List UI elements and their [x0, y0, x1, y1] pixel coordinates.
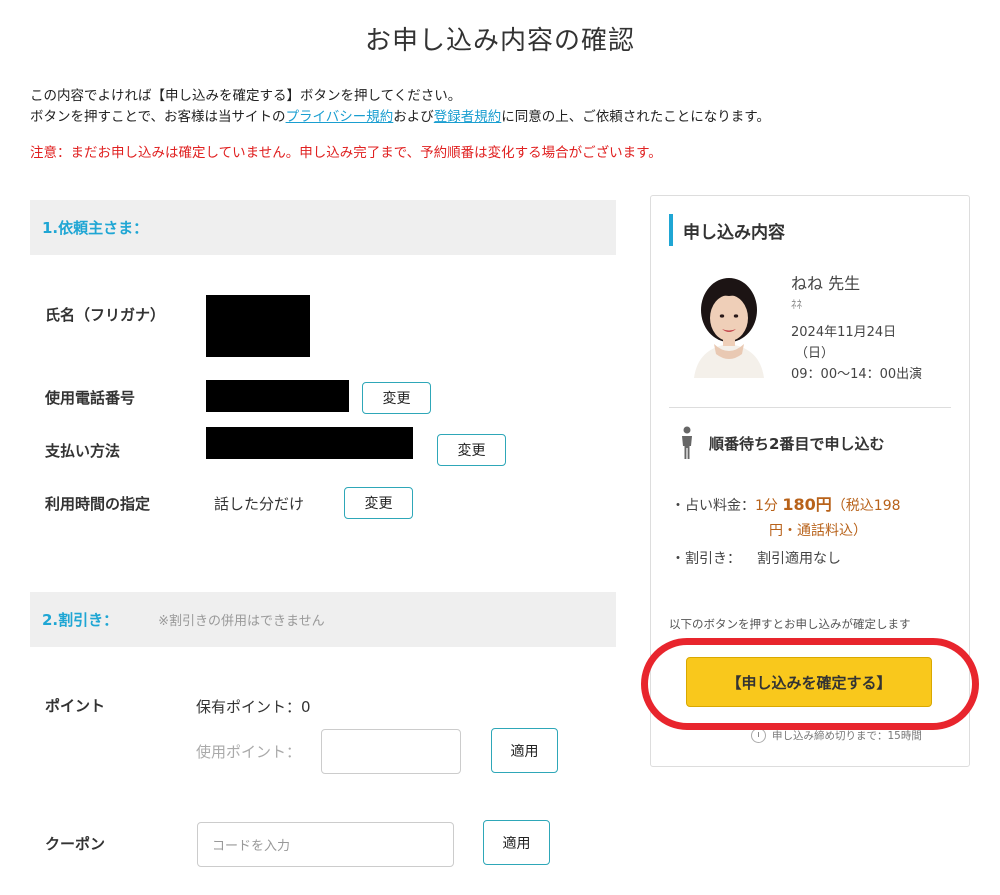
summary-title: 申し込み内容: [669, 214, 785, 246]
usage-time-label: 利用時間の指定: [45, 495, 151, 513]
point-label: ポイント: [45, 697, 106, 715]
queue-status: 順番待ち2番目で申し込む: [679, 426, 884, 460]
confirm-application-button[interactable]: 【申し込みを確定する】: [686, 657, 932, 707]
fortune-teller-name: ねね 先生: [791, 274, 861, 293]
intro-line-1: この内容でよければ【申し込みを確定する】ボタンを押してください。: [30, 88, 462, 104]
payment-label: 支払い方法: [45, 442, 121, 460]
coupon-code-input[interactable]: コードを入力: [197, 822, 454, 867]
discount-row: ・割引き： 割引適用なし: [671, 548, 841, 568]
intro-text-b: および: [393, 109, 434, 125]
use-points-input[interactable]: [321, 729, 461, 774]
section-discount-label: 2.割引き：: [42, 611, 119, 629]
fee-tax-detail: 円・通話料込）: [769, 523, 867, 539]
use-points-label: 使用ポイント：: [196, 743, 302, 761]
fee-value: 1分 180円（税込198: [755, 495, 901, 514]
intro-text: この内容でよければ【申し込みを確定する】ボタンを押してください。 ボタンを押すこ…: [30, 86, 770, 128]
summary-divider: [669, 407, 951, 408]
fortune-teller-kana: ﾈﾈ: [791, 298, 802, 311]
section-discount-heading: 2.割引き： ※割引きの併用はできません: [30, 592, 616, 647]
appearance-weekday: （日）: [795, 346, 835, 361]
change-usage-time-button[interactable]: 変更: [344, 487, 413, 519]
coupon-label: クーポン: [45, 835, 106, 853]
fee-amount: 180円: [782, 495, 832, 514]
phone-label: 使用電話番号: [45, 389, 136, 407]
fortune-teller-avatar: [684, 260, 774, 378]
fee-row: ・占い料金：1分 180円（税込198: [671, 491, 901, 515]
usage-time-value: 話した分だけ: [214, 495, 305, 513]
intro-line-2: ボタンを押すことで、お客様は当サイトのプライバシー規約および登録者規約に同意の上…: [30, 107, 770, 128]
privacy-policy-link[interactable]: プライバシー規約: [286, 109, 394, 125]
change-payment-button[interactable]: 変更: [437, 434, 506, 466]
intro-text-a: ボタンを押すことで、お客様は当サイトの: [30, 109, 286, 125]
appearance-schedule: 2024年11月24日 （日） 09：00～14：00出演: [791, 322, 922, 385]
apply-points-button[interactable]: 適用: [491, 728, 558, 773]
application-summary-panel: 申し込み内容 ねね 先生 ﾈﾈ 2024年11月24日 （日） 09：00～14…: [650, 195, 970, 767]
discount-note: ※割引きの併用はできません: [158, 614, 325, 629]
fee-tax-a: （税込198: [831, 498, 901, 514]
section-requester-label: 1.依頼主さま：: [42, 219, 149, 237]
held-points: 保有ポイント：0: [196, 698, 311, 716]
queue-text: 順番待ち2番目で申し込む: [709, 434, 885, 453]
deadline-text: 申し込み締め切りまで：15時間: [772, 730, 922, 742]
apply-coupon-button[interactable]: 適用: [483, 820, 550, 865]
clock-icon: [751, 728, 766, 743]
page-title: お申し込み内容の確認: [364, 26, 635, 56]
discount-label: ・割引き：: [671, 551, 741, 567]
change-phone-button[interactable]: 変更: [362, 382, 431, 414]
name-label: 氏名（フリガナ）: [45, 306, 166, 324]
appearance-hours: 09：00～14：00出演: [791, 367, 923, 382]
person-icon: [682, 426, 692, 459]
section-requester-heading: 1.依頼主さま：: [30, 200, 616, 255]
redacted-payment: [206, 427, 413, 459]
discount-value: 割引適用なし: [757, 551, 841, 567]
fee-prefix: 1分: [755, 498, 778, 514]
confirm-note: 以下のボタンを押すとお申し込みが確定します: [669, 617, 911, 631]
warning-text: 注意：まだお申し込みは確定していません。申し込み完了まで、予約順番は変化する場合…: [30, 145, 662, 161]
deadline-info: 申し込み締め切りまで：15時間: [751, 728, 922, 743]
terms-link[interactable]: 登録者規約: [434, 109, 502, 125]
fee-label: ・占い料金：: [671, 498, 755, 514]
redacted-name: [206, 295, 310, 357]
redacted-phone: [206, 380, 349, 412]
appearance-date: 2024年11月24日: [791, 325, 897, 340]
intro-text-c: に同意の上、ご依頼されたことになります。: [501, 109, 770, 125]
